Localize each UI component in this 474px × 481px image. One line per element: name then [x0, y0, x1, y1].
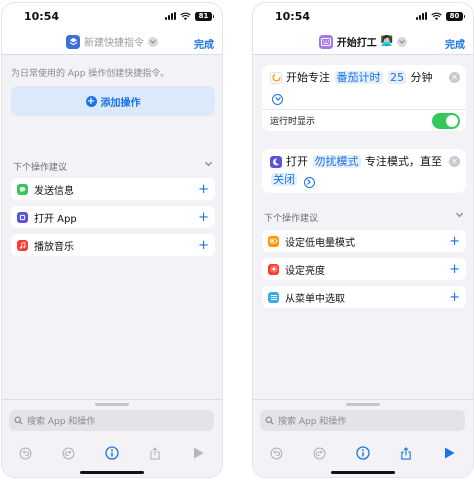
technologist-emoji: 👩🏻‍💻	[380, 36, 394, 47]
suggestion-play-music[interactable]: 播放音乐 +	[11, 234, 215, 256]
music-icon	[17, 239, 28, 251]
remove-action-button[interactable]: ✕	[449, 72, 460, 83]
wifi-icon	[431, 12, 442, 20]
play-icon	[193, 447, 204, 459]
chevron-down-icon	[148, 36, 158, 47]
bottom-panel: 搜索 App 和操作	[2, 399, 222, 477]
focus-timer-icon	[270, 71, 282, 84]
add-suggestion-button[interactable]: +	[198, 183, 209, 196]
editor-toolbar	[2, 439, 222, 467]
search-input[interactable]: 搜索 App 和操作	[260, 410, 465, 431]
undo-icon	[270, 447, 283, 459]
chevron-down-icon	[204, 161, 213, 167]
focus-action-text: 开始专注 番茄计时 25 分钟	[262, 65, 466, 109]
keyboard-icon	[318, 34, 333, 49]
home-indicator	[331, 471, 395, 474]
timer-token[interactable]: 番茄计时	[334, 71, 383, 84]
status-bar: 10:54 81	[2, 3, 222, 29]
play-icon	[444, 447, 455, 459]
plus-circle-icon: +	[85, 95, 97, 107]
redo-icon	[313, 447, 326, 459]
open-app-icon	[17, 211, 28, 223]
add-suggestion-button[interactable]: +	[449, 263, 460, 276]
status-bar: 10:54 80	[253, 3, 473, 29]
battery-icon: 81	[195, 11, 214, 21]
suggestion-send-message[interactable]: 发送信息 +	[11, 178, 215, 200]
phone-screen-start-work: 10:54 80 开始打工 👩🏻‍💻 完成 开始专注 番茄计时 25	[252, 2, 474, 478]
suggestion-set-brightness[interactable]: 设定亮度 +	[262, 258, 466, 280]
info-button[interactable]	[353, 443, 373, 463]
battery-icon: 80	[446, 11, 465, 21]
shortcut-title: 新建快捷指令	[84, 38, 144, 49]
shortcut-title-menu[interactable]: 新建快捷指令	[2, 34, 222, 49]
undo-button[interactable]	[16, 443, 36, 463]
expand-chevron-icon[interactable]	[303, 176, 315, 188]
shortcut-title-menu[interactable]: 开始打工 👩🏻‍💻	[253, 34, 473, 49]
done-button[interactable]: 完成	[445, 36, 465, 51]
shortcut-title: 开始打工	[336, 38, 377, 49]
action-card-focus-mode[interactable]: 打开 勿扰模式 专注模式，直至 关闭 ✕	[262, 149, 466, 193]
until-token[interactable]: 关闭	[271, 173, 297, 186]
add-suggestion-button[interactable]: +	[198, 239, 209, 252]
nav-bar: 新建快捷指令 完成	[2, 29, 222, 55]
search-icon	[14, 416, 23, 425]
chevron-down-icon	[397, 36, 408, 47]
run-button[interactable]	[188, 443, 208, 463]
menu-list-icon	[268, 291, 279, 303]
message-icon	[17, 183, 28, 195]
redo-icon	[62, 447, 75, 459]
suggestions-header[interactable]: 下个操作建议	[264, 211, 464, 224]
moon-icon	[270, 156, 282, 168]
share-button[interactable]	[396, 443, 416, 463]
add-action-button[interactable]: + 添加操作	[11, 86, 215, 116]
bottom-panel: 搜索 App 和操作	[253, 399, 473, 477]
duration-token[interactable]: 25	[388, 71, 406, 84]
redo-button[interactable]	[310, 443, 330, 463]
add-suggestion-button[interactable]: +	[449, 235, 460, 248]
sheet-grabber[interactable]	[346, 403, 380, 406]
expand-chevron-icon[interactable]	[272, 93, 283, 105]
nav-bar: 开始打工 👩🏻‍💻 完成	[253, 29, 473, 55]
chevron-down-icon	[455, 212, 464, 218]
undo-button[interactable]	[267, 443, 287, 463]
info-icon	[105, 446, 119, 460]
share-icon	[401, 446, 411, 460]
home-indicator	[80, 471, 144, 474]
action-card-focus-timer[interactable]: 开始专注 番茄计时 25 分钟 ✕ 运行时显示	[262, 65, 466, 131]
suggestions-header[interactable]: 下个操作建议	[13, 160, 213, 173]
share-button[interactable]	[145, 443, 165, 463]
wifi-icon	[180, 12, 191, 20]
phone-screen-new-shortcut: 10:54 81 新建快捷指令 完成 为日常使用的 App 操作创建快捷指令。 …	[1, 2, 223, 478]
search-input[interactable]: 搜索 App 和操作	[9, 410, 214, 431]
suggestion-low-power-mode[interactable]: 设定低电量模式 +	[262, 230, 466, 252]
done-button[interactable]: 完成	[194, 36, 214, 51]
info-icon	[356, 446, 370, 460]
suggestion-choose-from-menu[interactable]: 从菜单中选取 +	[262, 286, 466, 308]
focus-mode-action-text: 打开 勿扰模式 专注模式，直至 关闭	[262, 149, 466, 193]
battery-icon	[268, 235, 279, 247]
undo-icon	[19, 447, 32, 459]
sheet-grabber[interactable]	[95, 403, 129, 406]
brightness-icon	[268, 263, 279, 275]
search-icon	[265, 416, 274, 425]
status-time: 10:54	[24, 9, 60, 23]
share-icon	[150, 446, 160, 460]
run-button[interactable]	[439, 443, 459, 463]
signal-icon	[165, 12, 176, 20]
hint-text: 为日常使用的 App 操作创建快捷指令。	[11, 69, 170, 79]
info-button[interactable]	[102, 443, 122, 463]
redo-button[interactable]	[59, 443, 79, 463]
remove-action-button[interactable]: ✕	[449, 156, 460, 167]
add-suggestion-button[interactable]: +	[198, 211, 209, 224]
add-suggestion-button[interactable]: +	[449, 291, 460, 304]
show-when-run-toggle[interactable]	[432, 112, 460, 129]
focus-mode-token[interactable]: 勿扰模式	[312, 155, 361, 168]
show-when-run-row: 运行时显示	[262, 109, 466, 131]
status-time: 10:54	[275, 9, 311, 23]
suggestion-open-app[interactable]: 打开 App +	[11, 206, 215, 228]
signal-icon	[416, 12, 427, 20]
shortcuts-app-icon	[66, 34, 80, 49]
editor-toolbar	[253, 439, 473, 467]
